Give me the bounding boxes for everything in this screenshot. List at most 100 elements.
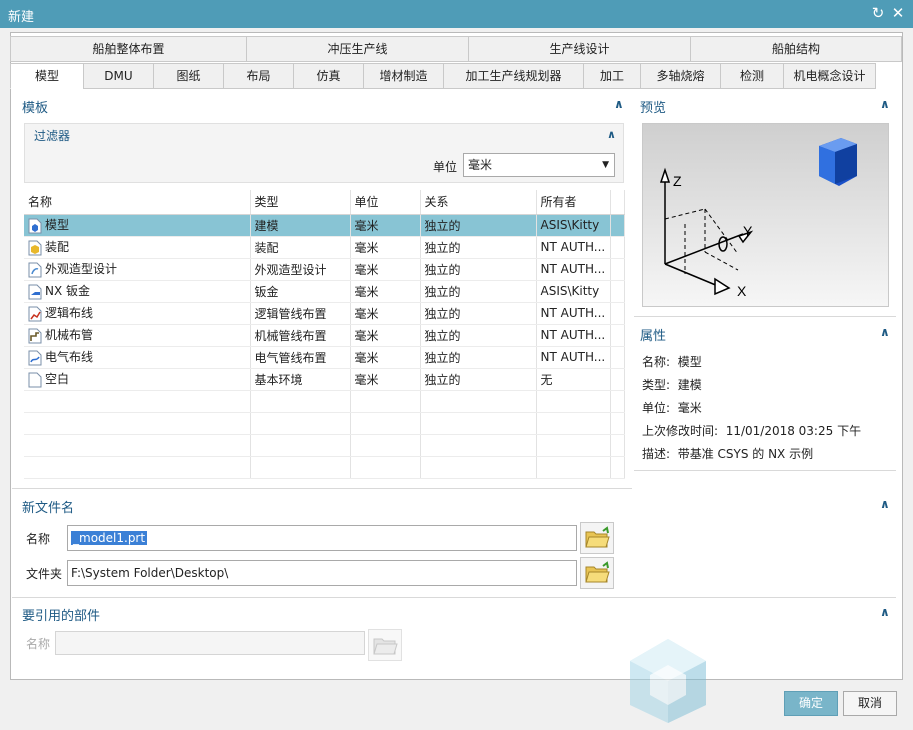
- empty-row: [24, 390, 625, 413]
- folder-input[interactable]: F:\System Folder\Desktop\: [67, 560, 577, 586]
- table-row[interactable]: 机械布管 机械管线布置 毫米 独立的 NT AUTH...: [24, 324, 625, 347]
- tab-ship-layout[interactable]: 船舶整体布置: [10, 36, 246, 62]
- table-header-row: 名称 类型 单位 关系 所有者: [24, 190, 625, 215]
- divider: [12, 597, 896, 598]
- cell-relation: 独立的: [420, 368, 537, 391]
- table-row[interactable]: 逻辑布线 逻辑管线布置 毫米 独立的 NT AUTH...: [24, 302, 625, 325]
- tab-simulation[interactable]: 仿真: [293, 63, 363, 89]
- cell-unit: 毫米: [350, 280, 421, 303]
- tab-additive[interactable]: 增材制造: [363, 63, 443, 89]
- column-header-type[interactable]: 类型: [250, 190, 351, 215]
- tab-machining-line-planner[interactable]: 加工生产线规划器: [443, 63, 583, 89]
- tab-drawing[interactable]: 图纸: [153, 63, 223, 89]
- preview-section-title: 预览: [640, 101, 667, 116]
- table-row[interactable]: 外观造型设计 外观造型设计 毫米 独立的 NT AUTH...: [24, 258, 625, 281]
- cell-owner: NT AUTH...: [536, 236, 611, 259]
- collapse-reference-icon[interactable]: ∧: [880, 605, 890, 619]
- tab-multi-axis-deposition[interactable]: 多轴烧熔: [640, 63, 720, 89]
- column-header-relation[interactable]: 关系: [420, 190, 537, 215]
- collapse-properties-icon[interactable]: ∧: [880, 325, 890, 339]
- open-folder-icon: [585, 561, 610, 583]
- ok-button[interactable]: 确定: [784, 691, 838, 716]
- table-row[interactable]: 装配 装配 毫米 独立的 NT AUTH...: [24, 236, 625, 259]
- browse-folder-button[interactable]: [580, 557, 614, 589]
- tab-stamping-line[interactable]: 冲压生产线: [246, 36, 468, 62]
- divider: [12, 488, 632, 489]
- cell-name: 装配: [24, 236, 251, 259]
- cell-type: 基本环境: [250, 368, 351, 391]
- table-row[interactable]: 空白 基本环境 毫米 独立的 无: [24, 368, 625, 391]
- tab-line-design[interactable]: 生产线设计: [468, 36, 690, 62]
- property-name: 名称: 模型: [642, 355, 702, 369]
- csys-preview-graphic: Z Y X: [659, 138, 857, 299]
- tab-dmu[interactable]: DMU: [83, 63, 153, 89]
- cell-name: 电气布线: [24, 346, 251, 369]
- collapse-template-icon[interactable]: ∧: [614, 97, 624, 111]
- folder-label: 文件夹: [26, 567, 63, 581]
- cell-type: 机械管线布置: [250, 324, 351, 347]
- file-name-input[interactable]: _model1.prt: [67, 525, 577, 551]
- cell-owner: NT AUTH...: [536, 346, 611, 369]
- column-header-owner[interactable]: 所有者: [536, 190, 611, 215]
- empty-row: [24, 412, 625, 435]
- cell-owner: 无: [536, 368, 611, 391]
- property-unit: 单位: 毫米: [642, 401, 702, 415]
- table-row[interactable]: NX 钣金 钣金 毫米 独立的 ASIS\Kitty: [24, 280, 625, 303]
- sheet-metal-icon: [28, 284, 42, 300]
- tab-model[interactable]: 模型: [10, 63, 83, 89]
- property-modified: 上次修改时间: 11/01/2018 03:25 下午: [642, 424, 862, 438]
- cell-type: 建模: [250, 214, 351, 237]
- empty-row: [24, 456, 625, 479]
- browse-file-button[interactable]: [580, 522, 614, 554]
- model-icon: [28, 218, 42, 234]
- new-file-section-title: 新文件名: [22, 501, 75, 516]
- tab-row-bottom: 模型 DMU 图纸 布局 仿真 增材制造 加工生产线规划器 加工 多轴烧熔 检测…: [10, 63, 876, 89]
- template-table: 名称 类型 单位 关系 所有者 模型 建模 毫米 独立的 ASIS\Kitty …: [24, 190, 625, 479]
- cell-type: 电气管线布置: [250, 346, 351, 369]
- column-header-unit[interactable]: 单位: [350, 190, 421, 215]
- close-icon[interactable]: ✕: [888, 3, 908, 23]
- tab-mechatronics[interactable]: 机电概念设计: [783, 63, 876, 89]
- cell-type: 外观造型设计: [250, 258, 351, 281]
- browse-reference-button[interactable]: [368, 629, 402, 661]
- model-cube-icon: [819, 138, 857, 186]
- cancel-button[interactable]: 取消: [843, 691, 897, 716]
- reference-name-input[interactable]: [55, 631, 365, 655]
- collapse-new-file-icon[interactable]: ∧: [880, 497, 890, 511]
- cell-unit: 毫米: [350, 236, 421, 259]
- axis-y-label: Y: [743, 223, 753, 239]
- property-type: 类型: 建模: [642, 378, 702, 392]
- column-header-name[interactable]: 名称: [24, 190, 251, 215]
- unit-select[interactable]: 毫米 ▼: [463, 153, 615, 177]
- table-row[interactable]: 电气布线 电气管线布置 毫米 独立的 NT AUTH...: [24, 346, 625, 369]
- cell-owner: NT AUTH...: [536, 302, 611, 325]
- collapse-preview-icon[interactable]: ∧: [880, 97, 890, 111]
- cell-type: 钣金: [250, 280, 351, 303]
- tab-layout[interactable]: 布局: [223, 63, 293, 89]
- cell-unit: 毫米: [350, 368, 421, 391]
- window-title: 新建: [8, 10, 35, 25]
- folder-value: F:\System Folder\Desktop\: [71, 566, 229, 580]
- reference-section-title: 要引用的部件: [22, 609, 101, 624]
- file-name-value: _model1.prt: [71, 531, 148, 545]
- logical-routing-icon: [28, 306, 42, 322]
- collapse-filter-icon[interactable]: ∧: [607, 128, 616, 141]
- title-bar: 新建 ↻ ✕: [0, 0, 913, 28]
- refresh-icon[interactable]: ↻: [868, 3, 888, 23]
- cell-relation: 独立的: [420, 214, 537, 237]
- cell-relation: 独立的: [420, 302, 537, 325]
- tab-machining[interactable]: 加工: [583, 63, 640, 89]
- table-row[interactable]: 模型 建模 毫米 独立的 ASIS\Kitty: [24, 214, 625, 237]
- cell-owner: NT AUTH...: [536, 258, 611, 281]
- cell-name: NX 钣金: [24, 280, 251, 303]
- tab-ship-structure[interactable]: 船舶结构: [690, 36, 902, 62]
- tab-inspection[interactable]: 检测: [720, 63, 783, 89]
- scrollbar-track[interactable]: [610, 190, 625, 215]
- cell-unit: 毫米: [350, 346, 421, 369]
- cell-relation: 独立的: [420, 346, 537, 369]
- template-section-title: 模板: [22, 101, 49, 116]
- cell-relation: 独立的: [420, 280, 537, 303]
- property-description: 描述: 带基准 CSYS 的 NX 示例: [642, 447, 814, 461]
- folder-icon: [373, 638, 398, 655]
- cell-owner: NT AUTH...: [536, 324, 611, 347]
